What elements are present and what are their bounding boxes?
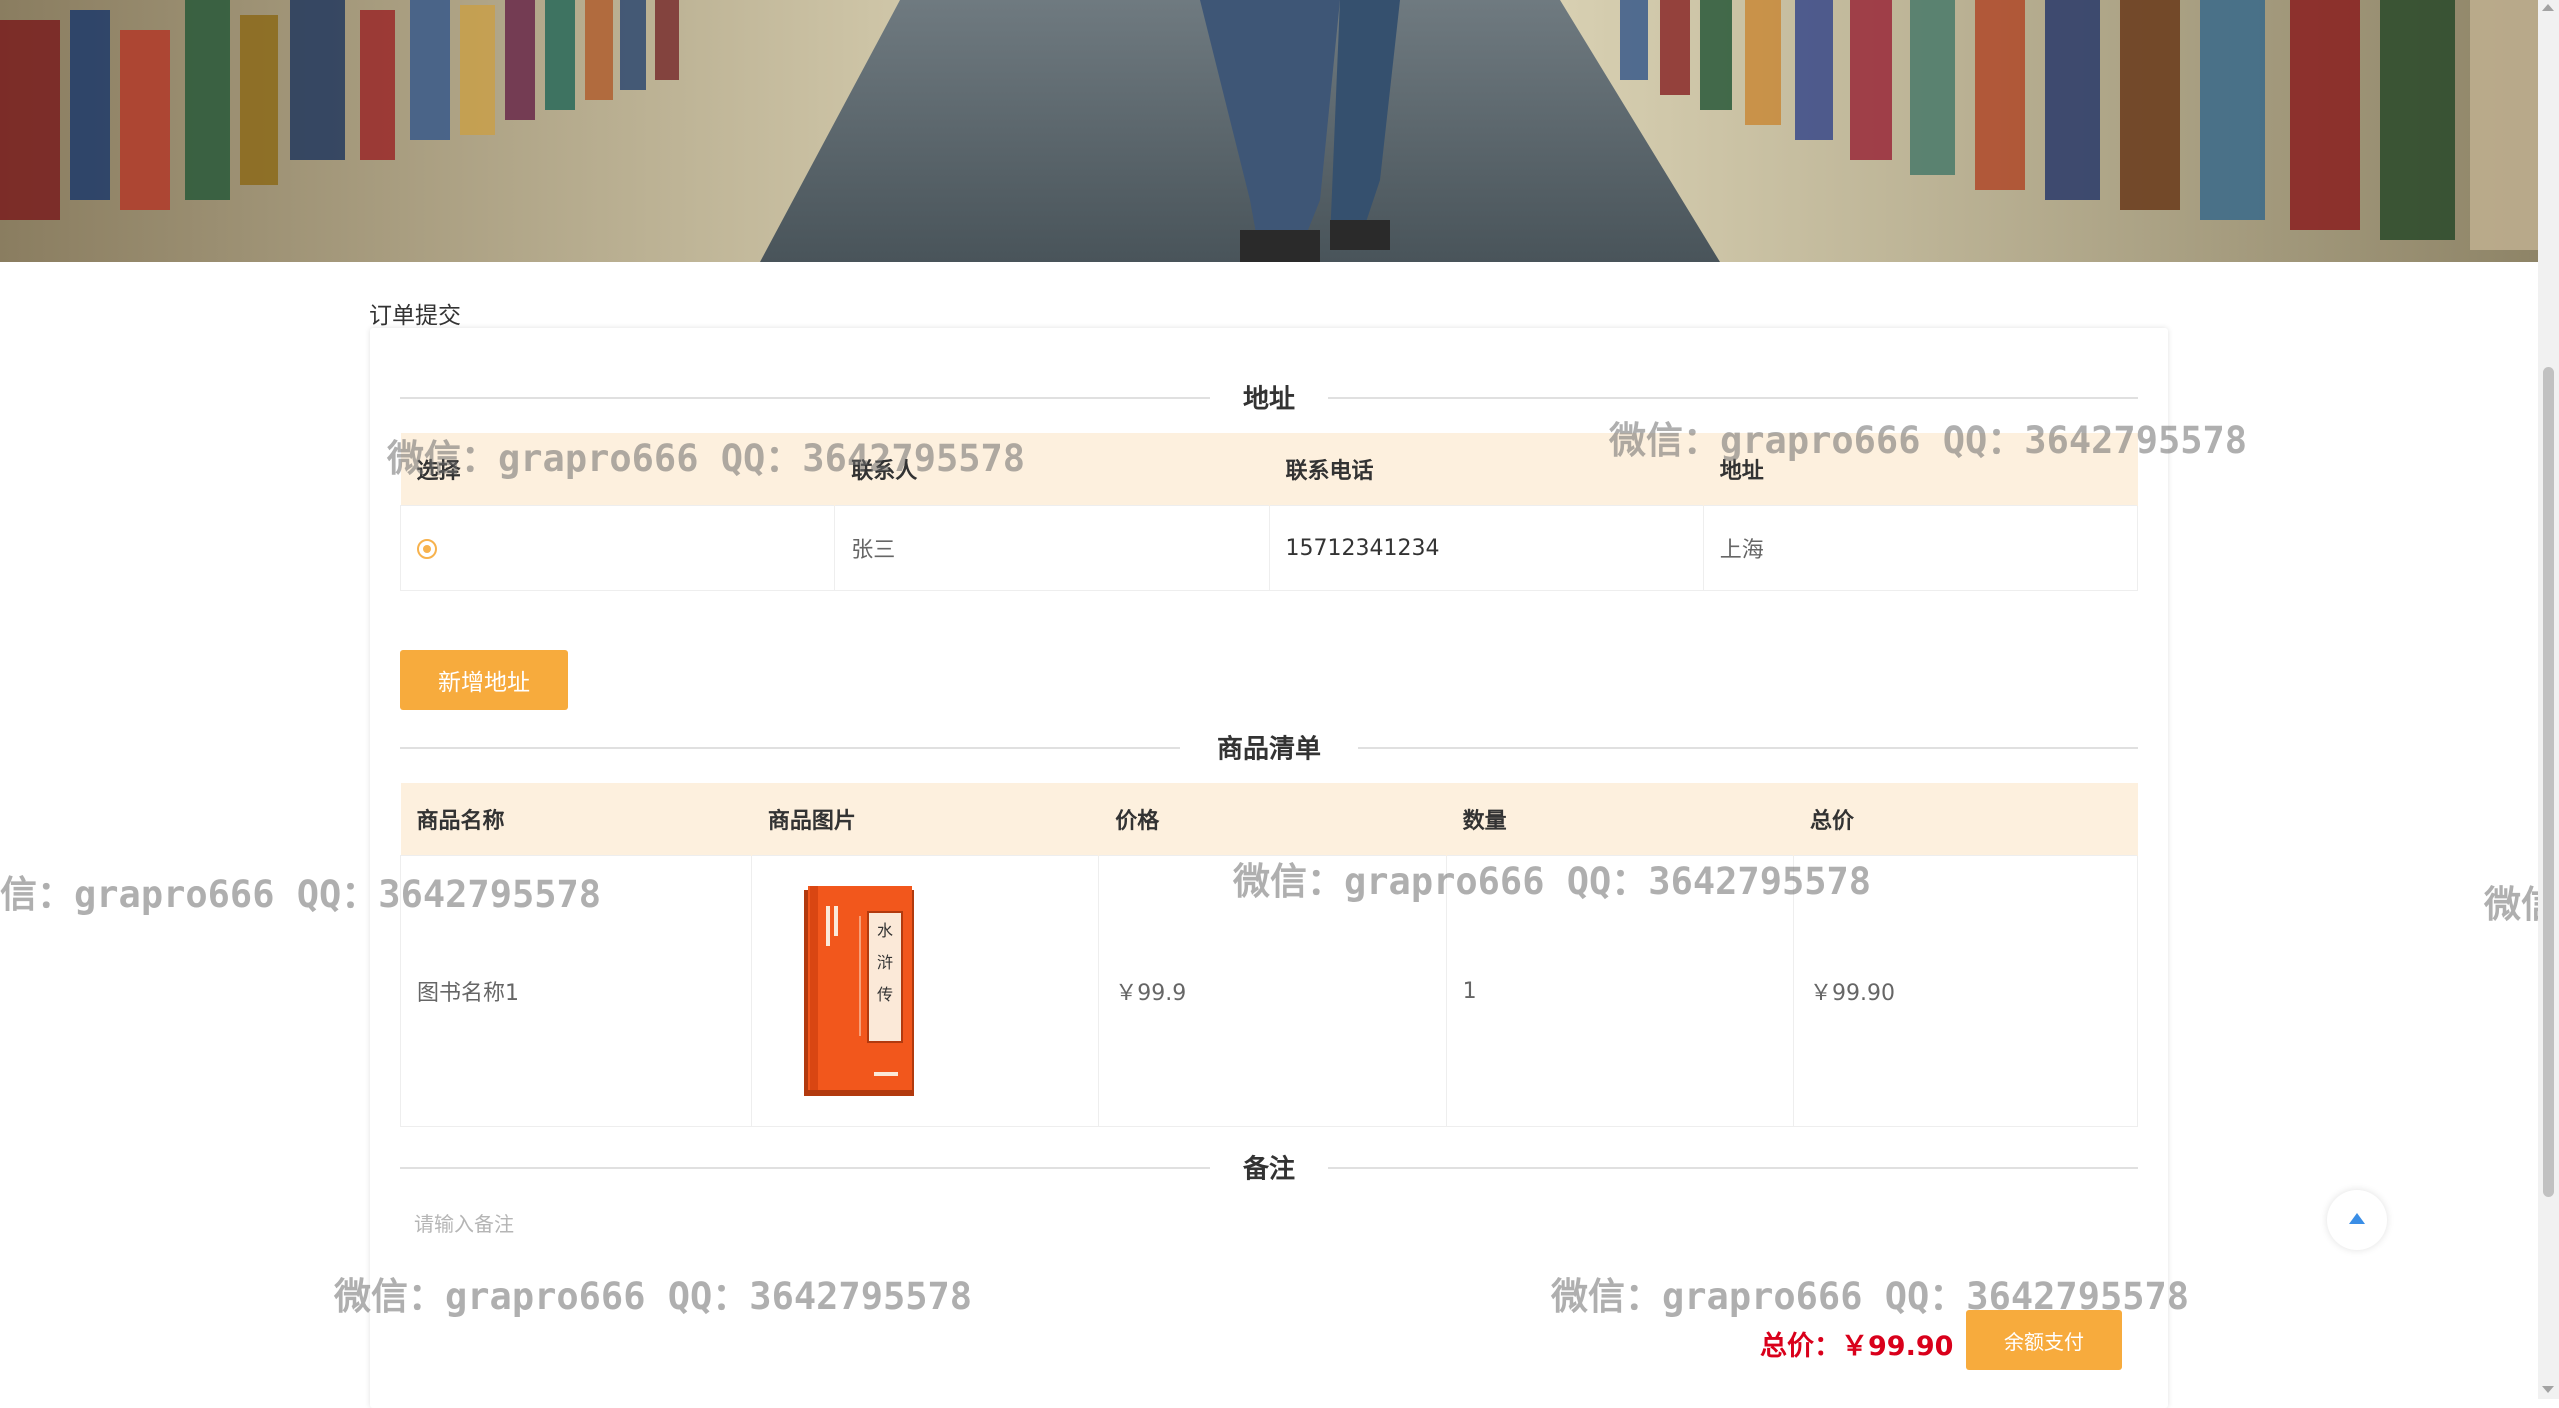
column-header-address: 地址 bbox=[1703, 433, 2139, 506]
column-header-name: 商品名称 bbox=[400, 783, 752, 856]
address-radio[interactable] bbox=[417, 538, 437, 559]
breadcrumb: 订单提交 bbox=[369, 303, 461, 329]
column-header-total: 总价 bbox=[1793, 783, 2138, 856]
goods-quantity-cell: 1 bbox=[1445, 855, 1795, 1127]
column-header-image: 商品图片 bbox=[751, 783, 1100, 856]
goods-section-title: 商品清单 bbox=[1190, 728, 1348, 766]
address-section-divider: 地址 bbox=[400, 378, 2138, 416]
goods-total-cell: ￥99.90 bbox=[1793, 855, 2138, 1127]
address-table: 选择 联系人 联系电话 地址 张三 15712341234 上海 bbox=[399, 433, 2139, 591]
column-header-contact: 联系人 bbox=[834, 433, 1270, 506]
column-header-price: 价格 bbox=[1098, 783, 1447, 856]
book-cover-icon: 水 浒 传 bbox=[803, 886, 914, 1096]
book-cover-title-3: 传 bbox=[877, 985, 893, 1004]
address-cell: 上海 bbox=[1702, 505, 2139, 591]
goods-table: 商品名称 商品图片 价格 数量 总价 图书名称1 水 浒 传 ￥99.9 1 ￥… bbox=[400, 783, 2138, 1127]
column-header-phone: 联系电话 bbox=[1269, 433, 1704, 506]
balance-pay-button[interactable]: 余额支付 bbox=[1966, 1310, 2122, 1370]
book-cover-title-2: 浒 bbox=[877, 953, 893, 972]
goods-table-header: 商品名称 商品图片 价格 数量 总价 bbox=[400, 783, 2138, 856]
banner-image bbox=[0, 0, 2538, 262]
goods-row: 图书名称1 水 浒 传 ￥99.9 1 ￥99.90 bbox=[400, 855, 2138, 1127]
address-row[interactable]: 张三 15712341234 上海 bbox=[399, 505, 2139, 591]
column-header-select: 选择 bbox=[400, 433, 836, 506]
scroll-up-icon[interactable] bbox=[2542, 4, 2554, 11]
contact-cell: 张三 bbox=[834, 505, 1270, 591]
remark-section-divider: 备注 bbox=[400, 1148, 2138, 1186]
scrollbar-thumb[interactable] bbox=[2543, 367, 2554, 1197]
arrow-up-icon bbox=[2349, 1213, 2365, 1224]
add-address-button[interactable]: 新增地址 bbox=[400, 650, 568, 710]
back-to-top-button[interactable] bbox=[2327, 1190, 2387, 1250]
address-select-cell bbox=[399, 505, 836, 591]
address-section-title: 地址 bbox=[1216, 378, 1322, 416]
remark-section-title: 备注 bbox=[1216, 1148, 1322, 1186]
total-price: 总价：￥99.90 bbox=[1760, 1331, 1954, 1362]
address-table-header: 选择 联系人 联系电话 地址 bbox=[400, 433, 2139, 506]
goods-price-cell: ￥99.9 bbox=[1098, 855, 1447, 1127]
goods-name-cell: 图书名称1 bbox=[400, 855, 752, 1127]
phone-cell: 15712341234 bbox=[1268, 505, 1704, 591]
goods-image-cell: 水 浒 传 bbox=[750, 855, 1100, 1127]
column-header-quantity: 数量 bbox=[1446, 783, 1795, 856]
scroll-down-icon[interactable] bbox=[2542, 1386, 2554, 1393]
book-cover-title-1: 水 bbox=[877, 921, 893, 940]
goods-section-divider: 商品清单 bbox=[400, 728, 2138, 766]
order-card: 地址 选择 联系人 联系电话 地址 张三 15712341234 上海 新增地址 bbox=[370, 328, 2168, 1408]
remark-input[interactable] bbox=[400, 1196, 2138, 1252]
page-scrollbar[interactable] bbox=[2538, 0, 2559, 1399]
